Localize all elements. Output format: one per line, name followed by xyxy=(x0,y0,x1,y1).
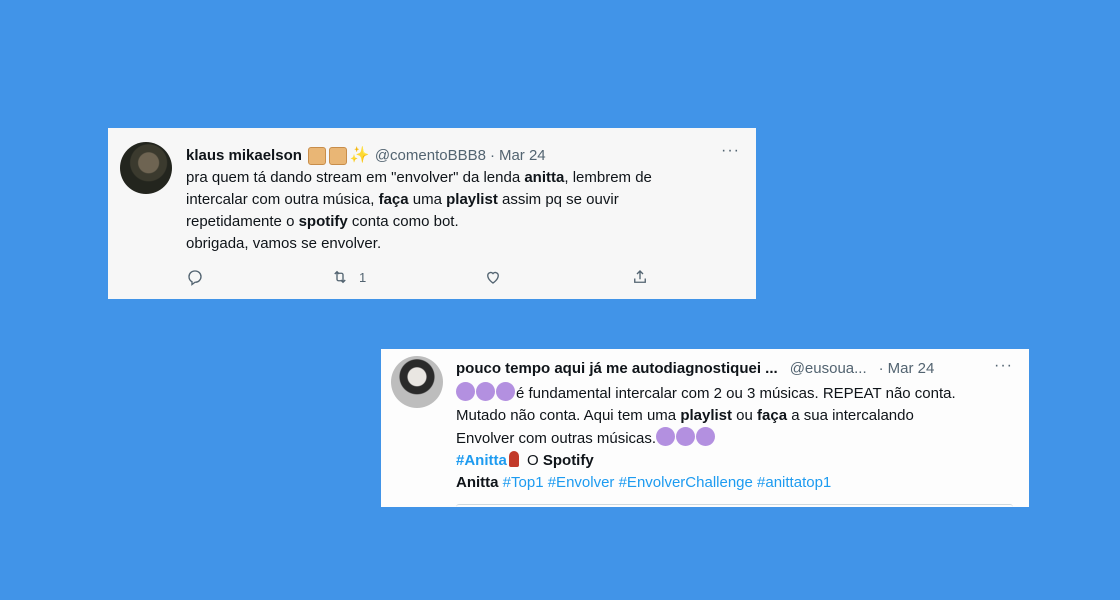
text-segment: assim pq se ouvir xyxy=(497,191,619,208)
text-bold: playlist xyxy=(446,191,498,208)
text-bold: Spotify xyxy=(542,452,594,469)
text-bold: faça xyxy=(378,191,409,208)
text-segment: pra quem tá dando stream em "envolver" d… xyxy=(186,169,525,186)
text-segment: uma xyxy=(408,191,447,208)
tweet-text: é fundamental intercalar com 2 ou 3 músi… xyxy=(456,382,1016,494)
hashtag-link[interactable]: #Top1 xyxy=(503,474,544,491)
retweet-icon xyxy=(334,270,346,284)
text-segment: ou xyxy=(732,407,758,424)
text-segment: a sua intercalando xyxy=(787,407,914,424)
tweet-date[interactable]: Mar 24 xyxy=(888,359,935,378)
share-icon xyxy=(634,270,646,283)
display-name[interactable]: klaus mikaelson xyxy=(186,146,302,165)
bread-emoji-icon xyxy=(328,146,347,165)
embedded-card-edge xyxy=(456,504,1013,507)
hashtag-link[interactable]: #EnvolverChallenge xyxy=(619,474,753,491)
text-segment: é fundamental intercalar com 2 ou 3 músi… xyxy=(516,385,956,402)
like-icon xyxy=(487,271,499,284)
text-segment: Mutado não conta. Aqui tem uma xyxy=(456,407,681,424)
handle[interactable]: @comentoBBB8 xyxy=(375,146,486,165)
purple-circle-emoji-icon xyxy=(696,427,716,446)
text-bold: spotify xyxy=(298,213,348,230)
more-options-icon[interactable]: ··· xyxy=(994,357,1013,375)
share-button[interactable] xyxy=(631,268,649,286)
text-segment: , lembrem de xyxy=(564,169,652,186)
text-bold: Anitta xyxy=(456,474,499,491)
text-segment: conta como bot. xyxy=(347,213,459,230)
avatar[interactable] xyxy=(120,142,172,194)
text-segment: Envolver com outras músicas. xyxy=(456,430,657,447)
retweet-count: 1 xyxy=(359,269,367,285)
hashtag-link[interactable]: #Envolver xyxy=(548,474,615,491)
hashtag-link[interactable]: #Anitta xyxy=(456,452,507,469)
handle[interactable]: @eusoua... xyxy=(790,359,867,378)
text-bold: playlist xyxy=(680,407,732,424)
separator-dot: · xyxy=(489,147,495,164)
purple-circle-emoji-icon xyxy=(656,427,676,446)
text-bold: faça xyxy=(757,407,788,424)
separator-dot: · xyxy=(878,360,884,377)
display-name[interactable]: pouco tempo aqui já me autodiagnostiquei… xyxy=(456,359,778,378)
text-segment: repetidamente o xyxy=(186,213,299,230)
purple-circle-emoji-icon xyxy=(496,382,515,401)
tweet-actions: 1 xyxy=(186,268,706,290)
text-segment: O xyxy=(522,452,543,469)
purple-circle-emoji-icon xyxy=(676,427,696,446)
like-button[interactable] xyxy=(484,268,502,286)
text-segment: intercalar com outra música, xyxy=(186,191,379,208)
person-emoji-icon xyxy=(508,451,519,467)
tweet-card-klaus[interactable]: klaus mikaelson ✨ @comentoBBB8 · Mar 24 … xyxy=(108,128,756,299)
sparkles-emoji-icon: ✨ xyxy=(349,147,370,164)
hashtag-link[interactable]: #anittatop1 xyxy=(757,474,831,491)
avatar[interactable] xyxy=(391,356,443,408)
purple-circle-emoji-icon xyxy=(456,382,475,401)
tweet-text: pra quem tá dando stream em "envolver" d… xyxy=(186,167,726,255)
tweet-header: klaus mikaelson ✨ @comentoBBB8 · Mar 24 xyxy=(186,146,546,165)
tweet-date[interactable]: Mar 24 xyxy=(499,146,546,165)
text-segment: obrigada, vamos se envolver. xyxy=(186,235,382,252)
text-bold: anitta xyxy=(524,169,565,186)
reply-icon xyxy=(188,270,202,286)
tweet-card-pouco-tempo[interactable]: pouco tempo aqui já me autodiagnostiquei… xyxy=(381,349,1029,507)
bread-emoji-icon xyxy=(307,146,326,165)
retweet-button[interactable]: 1 xyxy=(331,268,366,286)
tweet-header: pouco tempo aqui já me autodiagnostiquei… xyxy=(456,359,934,378)
reply-button[interactable] xyxy=(186,268,204,286)
purple-circle-emoji-icon xyxy=(476,382,495,401)
more-options-icon[interactable]: ··· xyxy=(721,142,740,160)
